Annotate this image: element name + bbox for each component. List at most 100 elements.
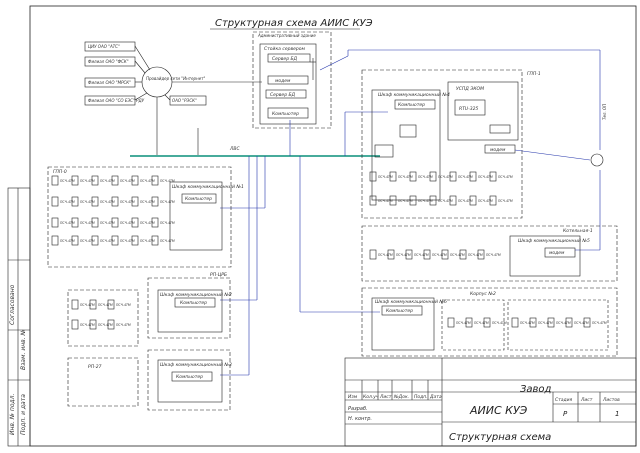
tel-line-label: Тел. ОП (602, 104, 607, 120)
meter-label: ПСЧ-4ТМ (478, 199, 493, 203)
rack-label: Стойка сервером (264, 46, 305, 52)
meter-label: ПСЧ-4ТМ (120, 239, 135, 243)
meter-label: ПСЧ-4ТМ (486, 253, 501, 257)
meter-label: ПСЧ-4ТМ (160, 200, 175, 204)
cab5-modem: модем (549, 251, 565, 256)
meter-label: ПСЧ-4ТМ (80, 239, 95, 243)
meter-icon (369, 195, 377, 206)
meter-label: ПСЧ-4ТМ (498, 175, 513, 179)
meter-label: ПСЧ-4ТМ (432, 253, 447, 257)
bus-links: Тел. ОП (220, 49, 607, 376)
admin-label: Административный здание (257, 33, 316, 38)
rpcrb-substation: РП-ЦРБ (210, 272, 227, 278)
meter-label: ПСЧ-4ТМ (60, 239, 75, 243)
meter-label: ПСЧ-4ТМ (160, 221, 175, 225)
fsk: Филиал ОАО "ФСК" (88, 59, 129, 64)
meter-label: ПСЧ-4ТМ (492, 321, 507, 325)
cab2-label: Шкаф коммуникационный №2 (160, 292, 232, 298)
mrsk: Филиал ОАО "МРСК" (88, 80, 131, 85)
meter-label: ПСЧ-4ТМ (520, 321, 535, 325)
meter-label: ПСЧ-4ТМ (100, 200, 115, 204)
meter-label: ПСЧ-4ТМ (120, 179, 135, 183)
meter-label: ПСЧ-4ТМ (80, 200, 95, 204)
tb-document: Структурная схема (449, 432, 551, 443)
meter-label: ПСЧ-4ТМ (414, 253, 429, 257)
rtu-label: RTU-325 (459, 106, 479, 112)
tb-row-control: Н. контр. (348, 416, 372, 422)
meter-icon (511, 317, 519, 328)
diagram-title: Структурная схема АИИС КУЭ (215, 18, 373, 29)
admin-computer: Компьютер (272, 111, 299, 117)
ciu-ats: ЦИУ ОАО "АТС" (88, 44, 120, 49)
meter-label: ПСЧ-4ТМ (418, 175, 433, 179)
gpp0-substation: ГПП-0 (53, 169, 67, 175)
tb-system: АИИС КУЭ (469, 404, 528, 417)
cab6-computer: Компьютер (386, 308, 413, 314)
meter-icon (369, 249, 377, 260)
cab4-label: Шкаф коммуникационный №4 (378, 92, 450, 98)
admin-building: Административный здание Стойка сервером … (252, 31, 332, 129)
meter-label: ПСЧ-4ТМ (120, 221, 135, 225)
meter-icon (369, 171, 377, 182)
meter-label: ПСЧ-4ТМ (450, 253, 465, 257)
ats-node (590, 153, 604, 167)
meter-label: ПСЧ-4ТМ (60, 221, 75, 225)
meter-label: ПСЧ-4ТМ (456, 321, 471, 325)
cab1-label: Шкаф коммуникационный №1 (172, 184, 244, 190)
meter-label: ПСЧ-4ТМ (100, 221, 115, 225)
meter-label: ПСЧ-4ТМ (98, 303, 113, 307)
meter-label: ПСЧ-4ТМ (458, 199, 473, 203)
uspd-label: УСПД ЭКОМ (456, 86, 484, 92)
tb-col-list: Лист (379, 394, 392, 400)
meter-label: ПСЧ-4ТМ (80, 323, 95, 327)
meter-label: ПСЧ-4ТМ (474, 321, 489, 325)
tb-col-sign: Подп. (414, 394, 428, 400)
cab3-computer: Компьютер (176, 374, 203, 380)
meter-label: ПСЧ-4ТМ (574, 321, 589, 325)
meter-label: ПСЧ-4ТМ (98, 323, 113, 327)
meter-label: ПСЧ-4ТМ (140, 221, 155, 225)
so-rdu: Филиал ОАО "СО ЕЭС" РДУ (88, 98, 145, 103)
gpp1-substation: ГПП-1 (527, 71, 541, 77)
tb-col-izm: Изм (348, 394, 358, 400)
meter-icon (447, 317, 455, 328)
meter-label: ПСЧ-4ТМ (398, 199, 413, 203)
lan-bus-label: ЛВС (229, 146, 240, 152)
stamp-inv: Инв. № подл. (9, 394, 16, 435)
meter-label: ПСЧ-4ТМ (60, 179, 75, 183)
tb-sheets-label: Листов (602, 397, 620, 403)
meter-icon (71, 299, 79, 310)
tb-col-doc: №Док. (393, 394, 409, 400)
side-stamp: Инв. № подл. Подп. и дата Взам. инв. № С… (7, 187, 31, 447)
meter-label: ПСЧ-4ТМ (160, 239, 175, 243)
meter-label: ПСЧ-4ТМ (116, 323, 131, 327)
tb-col-date: Дата (429, 394, 442, 400)
stamp-agreed: Согласовано (9, 284, 16, 325)
meter-label: ПСЧ-4ТМ (160, 179, 175, 183)
meter-label: ПСЧ-4ТМ (498, 199, 513, 203)
cab4-computer: Компьютер (398, 102, 425, 108)
meter-label: ПСЧ-4ТМ (378, 199, 393, 203)
internet-provider-cloud (141, 66, 173, 98)
meter-icon (71, 319, 79, 330)
cab6-label: Шкаф коммуникационный №6 (375, 299, 447, 305)
meter-label: ПСЧ-4ТМ (538, 321, 553, 325)
cab3-label: Шкаф коммуникационный №3 (160, 362, 232, 368)
meter-label: ПСЧ-4ТМ (120, 200, 135, 204)
meter-label: ПСЧ-4ТМ (60, 200, 75, 204)
structural-diagram: Инв. № подл. Подп. и дата Взам. инв. № С… (7, 5, 637, 447)
meter-label: ПСЧ-4ТМ (468, 253, 483, 257)
rack-server: Сервер БД (272, 56, 298, 62)
uspd-modem: модем (490, 148, 506, 153)
meter-label: ПСЧ-4ТМ (140, 179, 155, 183)
cab2-computer: Компьютер (180, 300, 207, 306)
resk: ОАО "РЭСК" (172, 98, 197, 103)
meter-label: ПСЧ-4ТМ (116, 303, 131, 307)
meter-label: ПСЧ-4ТМ (398, 175, 413, 179)
cab5-label: Шкаф коммуникационный №5 (518, 238, 590, 244)
meter-label: ПСЧ-4ТМ (396, 253, 411, 257)
meter-icon (51, 235, 59, 246)
tb-company: Завод (520, 384, 552, 395)
tb-sheet-label: Лист (580, 397, 593, 403)
meter-label: ПСЧ-4ТМ (80, 179, 95, 183)
